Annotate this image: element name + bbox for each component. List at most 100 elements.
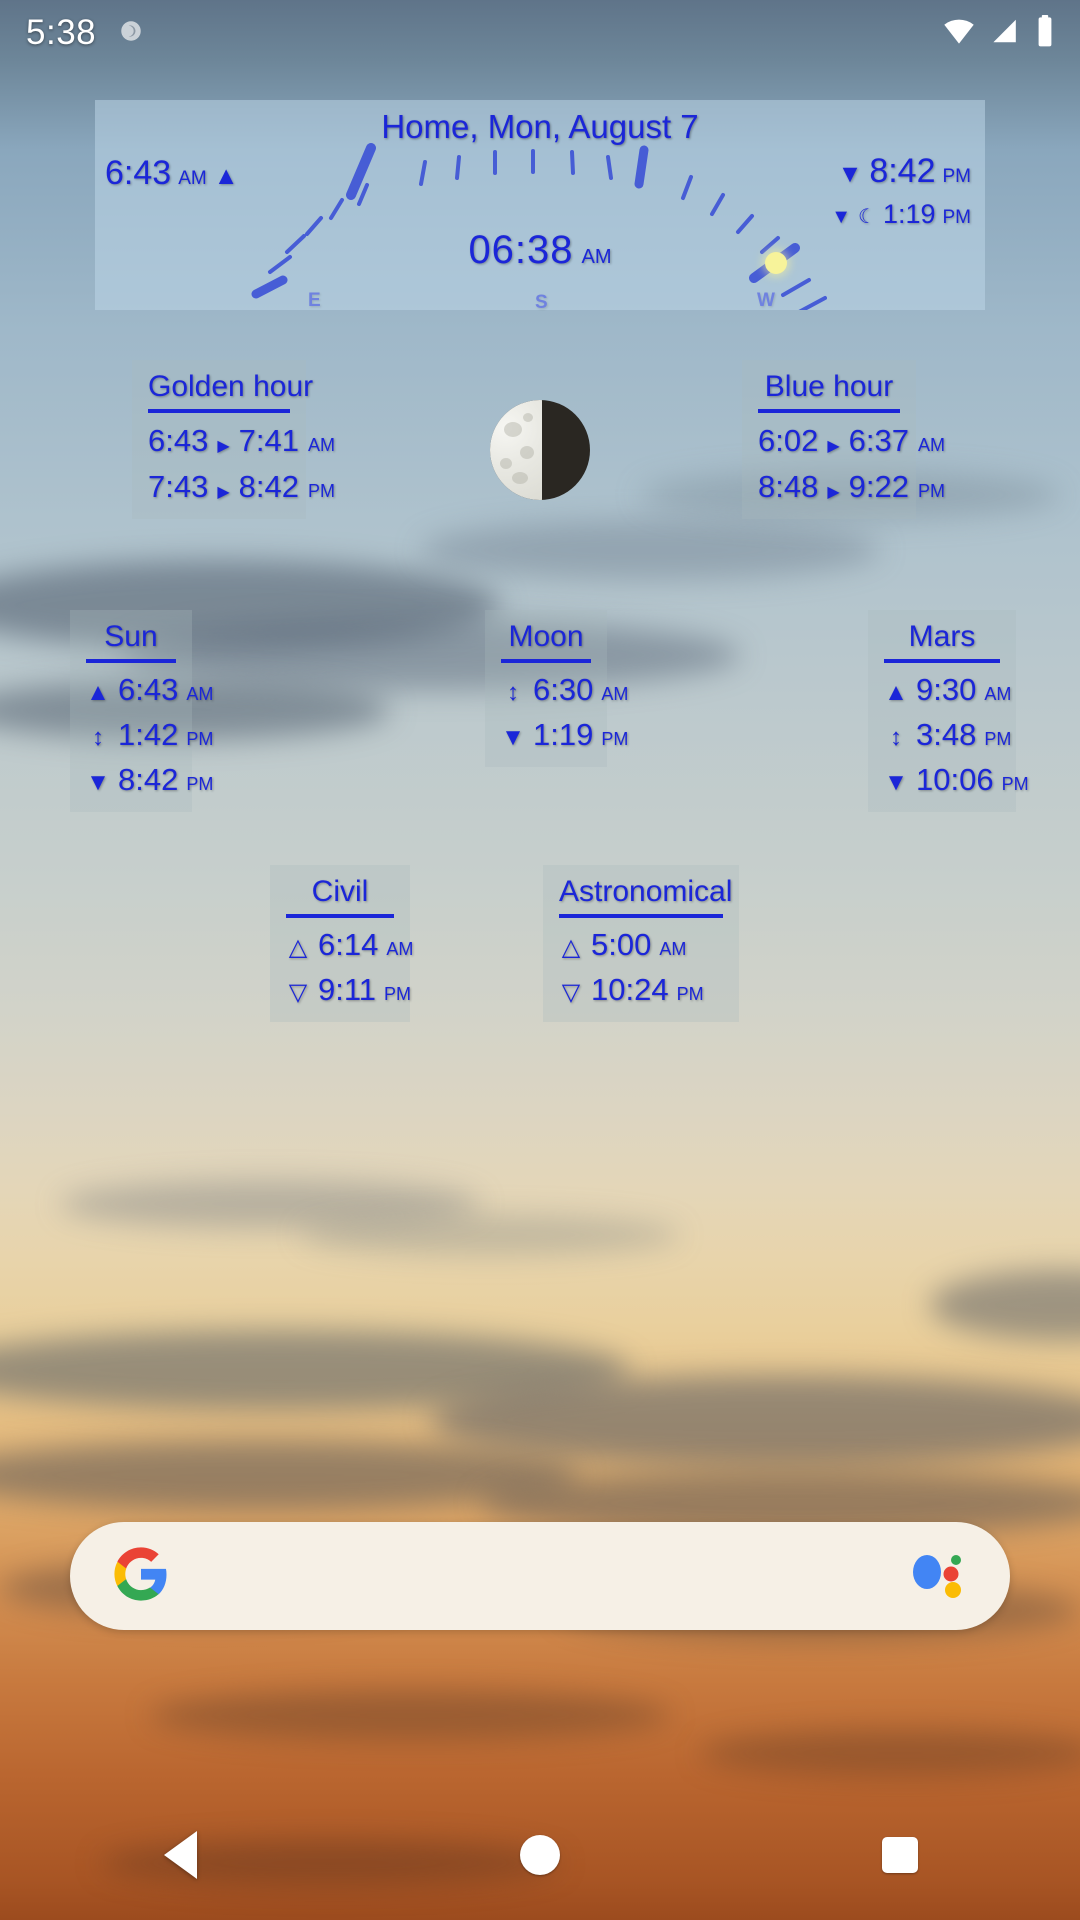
last-quarter-moon-icon[interactable] (490, 400, 590, 500)
moon-card[interactable]: Moon ↕ 6:30 AM ▼ 1:19 PM (485, 610, 628, 767)
sun-dial-panel[interactable]: Home, Mon, August 7 6:43 AM ▲ ▼ 8:42 PM … (95, 100, 985, 310)
recents-square-icon (882, 1837, 918, 1873)
mars-card-title: Mars (884, 620, 1000, 663)
home-circle-icon (520, 1835, 560, 1875)
moon-transit-time: 6:30 (533, 672, 594, 707)
battery-icon (1036, 14, 1054, 52)
moon-crater (504, 422, 522, 437)
blue-hour-range-row: 6:02 ▶ 6:37 AM (758, 423, 945, 459)
astronomical-dusk-time: 10:24 (591, 972, 669, 1007)
range-unit: PM (308, 481, 335, 501)
mars-rise-row: ▲ 9:30 AM (884, 672, 1011, 708)
moon-transit-unit: AM (601, 684, 629, 704)
mars-transit-row: ↕ 3:48 PM (884, 717, 1011, 753)
golden-hour-range-row: 7:43 ▶ 8:42 PM (148, 469, 335, 505)
sun-card[interactable]: Sun ▲ 6:43 AM ↕ 1:42 PM ▼ 8:42 PM (70, 610, 213, 812)
civil-dusk-row: ▽ 9:11 PM (286, 972, 411, 1008)
range-arrow-icon: ▶ (827, 438, 840, 455)
range-start: 7:43 (148, 469, 209, 504)
back-triangle-icon (163, 1831, 197, 1879)
up-triangle-icon: ▲ (86, 679, 110, 706)
sun-rise-unit: AM (186, 684, 214, 704)
down-triangle-icon: ▼ (86, 769, 110, 796)
status-clock: 5:38 (26, 13, 97, 52)
sun-set-unit: PM (186, 774, 214, 794)
sunrise-readout: 6:43 AM ▲ (105, 154, 238, 193)
range-arrow-icon: ▶ (827, 484, 840, 501)
mars-set-row: ▼ 10:06 PM (884, 762, 1028, 798)
dnd-moon-icon (118, 18, 144, 49)
sunrise-up-triangle-icon: ▲ (213, 162, 239, 190)
range-end: 7:41 (238, 423, 299, 458)
sun-transit-unit: PM (186, 729, 214, 749)
home-button[interactable] (480, 1810, 600, 1900)
mars-set-unit: PM (1001, 774, 1029, 794)
sunset-moonset-readout: ▼ 8:42 PM ▼ ☾ 1:19 PM (831, 152, 971, 230)
mars-transit-unit: PM (984, 729, 1012, 749)
mars-rise-unit: AM (984, 684, 1012, 704)
back-button[interactable] (120, 1810, 240, 1900)
range-start: 6:02 (758, 423, 819, 458)
moon-crater (523, 413, 533, 422)
moonset-down-triangle-icon: ▼ (831, 206, 851, 228)
moon-crater (512, 472, 528, 484)
astronomical-dusk-row: ▽ 10:24 PM (559, 972, 723, 1008)
google-search-bar[interactable] (70, 1522, 1010, 1630)
astronomical-dusk-unit: PM (676, 984, 704, 1004)
status-right-icons[interactable] (942, 14, 1054, 52)
sun-rise-time: 6:43 (118, 672, 179, 707)
sun-position-dot-icon (765, 252, 787, 274)
sunrise-time: 6:43 (105, 154, 172, 192)
google-assistant-icon[interactable] (908, 1546, 968, 1607)
moon-set-unit: PM (601, 729, 629, 749)
astronomical-dawn-unit: AM (659, 939, 687, 959)
hollow-up-triangle-icon: △ (561, 934, 581, 961)
civil-twilight-card[interactable]: Civil △ 6:14 AM ▽ 9:11 PM (270, 865, 414, 1022)
blue-hour-range-row: 8:48 ▶ 9:22 PM (758, 469, 945, 505)
range-arrow-icon: ▶ (217, 438, 230, 455)
moon-card-title: Moon (501, 620, 591, 663)
sun-rise-row: ▲ 6:43 AM (86, 672, 213, 708)
golden-hour-title: Golden hour (148, 370, 313, 413)
golden-hour-range-row: 6:43 ▶ 7:41 AM (148, 423, 335, 459)
blue-hour-title: Blue hour (758, 370, 900, 413)
up-triangle-icon: ▲ (884, 679, 908, 706)
sun-transit-time: 1:42 (118, 717, 179, 752)
sun-transit-row: ↕ 1:42 PM (86, 717, 213, 753)
astronomical-twilight-card[interactable]: Astronomical △ 5:00 AM ▽ 10:24 PM (543, 865, 739, 1022)
moon-crater (520, 446, 534, 459)
moonset-unit: PM (942, 207, 972, 228)
hollow-up-triangle-icon: △ (288, 934, 308, 961)
civil-dawn-unit: AM (386, 939, 414, 959)
moon-transit-row: ↕ 6:30 AM (501, 672, 628, 708)
current-time-readout: 06:38 AM (95, 228, 985, 273)
sunset-time: 8:42 (869, 152, 936, 190)
sun-card-title: Sun (86, 620, 176, 663)
recents-button[interactable] (840, 1810, 960, 1900)
up-down-arrow-icon: ↕ (890, 724, 902, 751)
range-end: 9:22 (848, 469, 909, 504)
mars-card[interactable]: Mars ▲ 9:30 AM ↕ 3:48 PM ▼ 10:06 PM (868, 610, 1029, 812)
mars-rise-time: 9:30 (916, 672, 977, 707)
hollow-down-triangle-icon: ▽ (561, 979, 581, 1006)
moon-crater (500, 458, 512, 469)
status-bar[interactable]: 5:38 (0, 0, 1080, 66)
navigation-bar[interactable] (0, 1790, 1080, 1920)
moon-set-time: 1:19 (533, 717, 594, 752)
google-g-icon[interactable] (112, 1545, 170, 1608)
moonset-time: 1:19 (882, 199, 936, 229)
notification-icons[interactable] (118, 18, 144, 49)
astronomical-dawn-time: 5:00 (591, 927, 652, 962)
wifi-icon (942, 17, 976, 50)
civil-dusk-unit: PM (384, 984, 412, 1004)
golden-hour-card[interactable]: Golden hour 6:43 ▶ 7:41 AM 7:43 ▶ 8:42 P… (132, 360, 335, 519)
sunrise-unit: AM (178, 168, 207, 189)
cell-signal-icon (990, 17, 1022, 50)
blue-hour-card[interactable]: Blue hour 6:02 ▶ 6:37 AM 8:48 ▶ 9:22 PM (742, 360, 945, 519)
civil-dawn-time: 6:14 (318, 927, 379, 962)
civil-dusk-time: 9:11 (318, 972, 377, 1007)
astronomical-card-title: Astronomical (559, 875, 732, 918)
astronomical-dawn-row: △ 5:00 AM (559, 927, 723, 963)
mars-transit-time: 3:48 (916, 717, 977, 752)
mars-set-time: 10:06 (916, 762, 994, 797)
